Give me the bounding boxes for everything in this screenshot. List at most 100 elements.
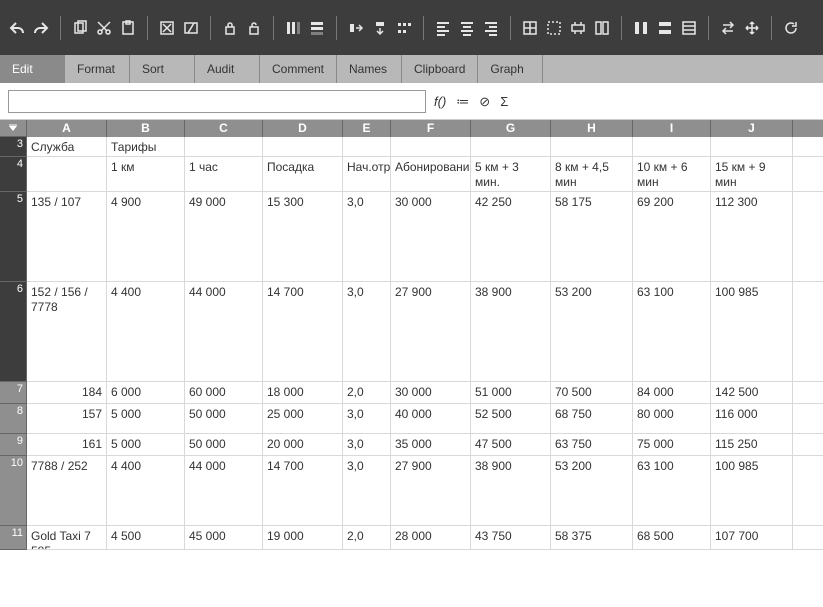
cell[interactable]: 50 000 [185,404,263,433]
cell[interactable]: 184 [27,382,107,403]
insert-col-icon[interactable] [284,19,302,37]
lock-icon[interactable] [221,19,239,37]
cell[interactable]: 115 250 [711,434,793,455]
merge-icon[interactable] [569,19,587,37]
cell[interactable]: 2,0 [343,382,391,403]
cell[interactable]: 68 750 [551,404,633,433]
cell[interactable]: 19 000 [263,526,343,549]
cell[interactable]: 45 000 [185,526,263,549]
row-header[interactable]: 7 [0,382,27,404]
row-header[interactable]: 8 [0,404,27,434]
function-icon[interactable]: f() [434,94,446,110]
cell[interactable]: 4 900 [107,192,185,281]
cell[interactable] [27,157,107,191]
cell[interactable]: 4 400 [107,282,185,381]
cell[interactable]: 18 000 [263,382,343,403]
cell[interactable]: 3,0 [343,282,391,381]
tab-format[interactable]: Format [65,55,130,83]
sum-icon[interactable]: Σ [500,94,508,110]
undo-icon[interactable] [8,19,26,37]
tab-edit[interactable]: Edit [0,55,65,83]
cell[interactable]: 60 000 [185,382,263,403]
fill-right-icon[interactable] [347,19,365,37]
cell[interactable]: 49 000 [185,192,263,281]
formula-input[interactable] [8,90,426,113]
cell[interactable]: 63 100 [633,456,711,525]
cell[interactable]: 152 / 156 / 7778 [27,282,107,381]
cell[interactable]: 15 300 [263,192,343,281]
tab-comment[interactable]: Comment [260,55,337,83]
fill-series-icon[interactable] [395,19,413,37]
move-icon[interactable] [743,19,761,37]
cell[interactable]: 27 900 [391,456,471,525]
cell[interactable]: 42 250 [471,192,551,281]
cell[interactable]: 161 [27,434,107,455]
copy-icon[interactable] [71,19,89,37]
column-header[interactable]: G [471,120,551,137]
cell[interactable]: 15 км + 9 мин [711,157,793,191]
cell[interactable]: 53 200 [551,282,633,381]
multiline-icon[interactable]: ≔ [456,94,469,110]
cell[interactable]: 80 000 [633,404,711,433]
column-header[interactable]: H [551,120,633,137]
cell[interactable]: 51 000 [471,382,551,403]
cell[interactable]: 100 985 [711,456,793,525]
cell[interactable]: 4 400 [107,456,185,525]
cell[interactable]: 8 км + 4,5 мин [551,157,633,191]
row-header[interactable]: 9 [0,434,27,456]
cell[interactable]: 40 000 [391,404,471,433]
cell[interactable]: 43 750 [471,526,551,549]
fill-down-icon[interactable] [371,19,389,37]
cell[interactable]: 100 985 [711,282,793,381]
cell[interactable]: Тарифы [107,137,185,156]
cell[interactable]: 6 000 [107,382,185,403]
cell[interactable]: Gold Taxi 7 585 [27,526,107,549]
cell[interactable]: 38 900 [471,282,551,381]
row-header[interactable]: 4 [0,157,27,192]
cell[interactable]: Служба [27,137,107,156]
cell[interactable] [343,137,391,156]
cell[interactable]: 35 000 [391,434,471,455]
cell[interactable]: 135 / 107 [27,192,107,281]
unmerge-icon[interactable] [593,19,611,37]
cell[interactable]: 44 000 [185,456,263,525]
cell[interactable]: 47 500 [471,434,551,455]
cell[interactable]: 107 700 [711,526,793,549]
row-header[interactable]: 10 [0,456,27,526]
cell[interactable]: 112 300 [711,192,793,281]
cell[interactable] [551,137,633,156]
cell[interactable]: 44 000 [185,282,263,381]
cells-area[interactable]: СлужбаТарифы1 км1 часПосадкаНач.отр.кмАб… [27,137,823,550]
cell[interactable] [185,137,263,156]
align-left-icon[interactable] [434,19,452,37]
cell[interactable]: 5 000 [107,434,185,455]
cell[interactable]: 63 100 [633,282,711,381]
redo-icon[interactable] [32,19,50,37]
cell[interactable]: Нач.отр.км [343,157,391,191]
cell[interactable]: 27 900 [391,282,471,381]
cell[interactable]: 20 000 [263,434,343,455]
cell[interactable]: 5 км + 3 мин. [471,157,551,191]
column-header[interactable]: I [633,120,711,137]
select-all-corner[interactable] [0,120,27,137]
cell[interactable]: 7788 / 252 [27,456,107,525]
swap-icon[interactable] [719,19,737,37]
cell[interactable]: 3,0 [343,192,391,281]
cell[interactable]: 63 750 [551,434,633,455]
cell[interactable] [711,137,793,156]
cell[interactable] [471,137,551,156]
align-center-icon[interactable] [458,19,476,37]
cell[interactable]: 116 000 [711,404,793,433]
column-header[interactable]: J [711,120,793,137]
row-header[interactable]: 6 [0,282,27,382]
cell[interactable]: Посадка [263,157,343,191]
unlock-icon[interactable] [245,19,263,37]
row-header[interactable]: 11 [0,526,27,550]
cell[interactable]: 1 км [107,157,185,191]
hide-col-icon[interactable] [632,19,650,37]
cell[interactable]: 52 500 [471,404,551,433]
paste-icon[interactable] [119,19,137,37]
insert-row-icon[interactable] [308,19,326,37]
align-right-icon[interactable] [482,19,500,37]
cell[interactable]: 68 500 [633,526,711,549]
